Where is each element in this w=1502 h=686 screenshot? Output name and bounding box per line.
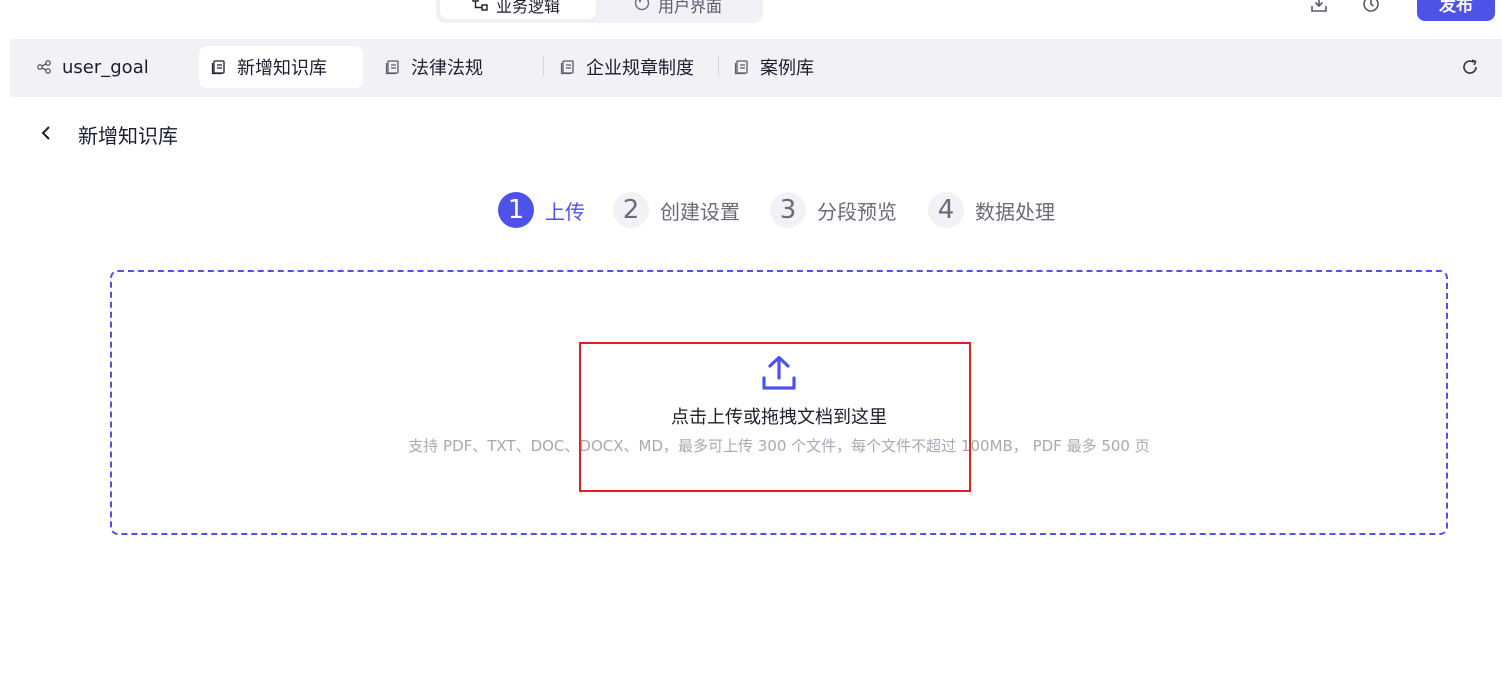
step-create-settings: 2 创建设置 [613, 192, 740, 228]
publish-button[interactable]: 发布 [1417, 0, 1495, 21]
segment-business-logic[interactable]: 业务逻辑 [440, 0, 596, 19]
chevron-left-icon[interactable] [36, 123, 56, 143]
tab-label: 法律法规 [411, 58, 483, 79]
step-segment-preview: 3 分段预览 [770, 192, 897, 228]
tab-new-knowledge-base[interactable]: 新增知识库 [199, 46, 363, 88]
step-data-processing: 4 数据处理 [928, 192, 1055, 228]
upload-hint: 支持 PDF、TXT、DOC、DOCX、MD，最多可上传 300 个文件，每个文… [408, 437, 1150, 455]
refresh-icon[interactable] [1460, 57, 1480, 77]
step-label: 分段预览 [817, 199, 897, 224]
tab-bar: user_goal 新增知识库 法律法规 企业规章制度 案例库 [10, 39, 1502, 97]
tab-user-goal[interactable]: user_goal [26, 46, 196, 88]
segment-label: 业务逻辑 [496, 0, 561, 16]
tab-label: 新增知识库 [237, 58, 327, 79]
step-label: 上传 [545, 199, 585, 224]
step-number: 4 [928, 192, 964, 228]
page-title: 新增知识库 [78, 124, 178, 148]
document-icon [211, 59, 227, 75]
tab-divider [543, 56, 544, 76]
step-label: 数据处理 [975, 199, 1055, 224]
document-icon [560, 59, 576, 75]
tab-laws[interactable]: 法律法规 [375, 46, 540, 88]
step-upload: 1 上传 [498, 192, 585, 228]
mode-switch: 业务逻辑 用户界面 [436, 0, 763, 23]
document-icon [385, 59, 401, 75]
tab-label: user_goal [62, 56, 149, 78]
tab-label: 案例库 [760, 58, 814, 79]
segment-user-interface[interactable]: 用户界面 [602, 0, 752, 19]
flow-icon [472, 0, 488, 11]
upload-icon[interactable] [761, 354, 797, 392]
tab-label: 企业规章制度 [586, 58, 694, 79]
nodes-icon [36, 59, 52, 75]
segment-label: 用户界面 [658, 0, 723, 16]
step-label: 创建设置 [660, 199, 740, 224]
upload-instruction[interactable]: 点击上传或拖拽文档到这里 [0, 403, 1502, 429]
step-number: 2 [613, 192, 649, 228]
history-icon[interactable] [1361, 0, 1381, 14]
top-bar: 业务逻辑 用户界面 发布 [0, 0, 1502, 40]
tab-divider [718, 56, 719, 76]
tab-company-rules[interactable]: 企业规章制度 [550, 46, 715, 88]
step-number: 3 [770, 192, 806, 228]
tab-case-library[interactable]: 案例库 [724, 46, 889, 88]
document-icon [734, 59, 750, 75]
download-icon[interactable] [1309, 0, 1329, 14]
step-number: 1 [498, 192, 534, 228]
palette-icon [634, 0, 650, 11]
